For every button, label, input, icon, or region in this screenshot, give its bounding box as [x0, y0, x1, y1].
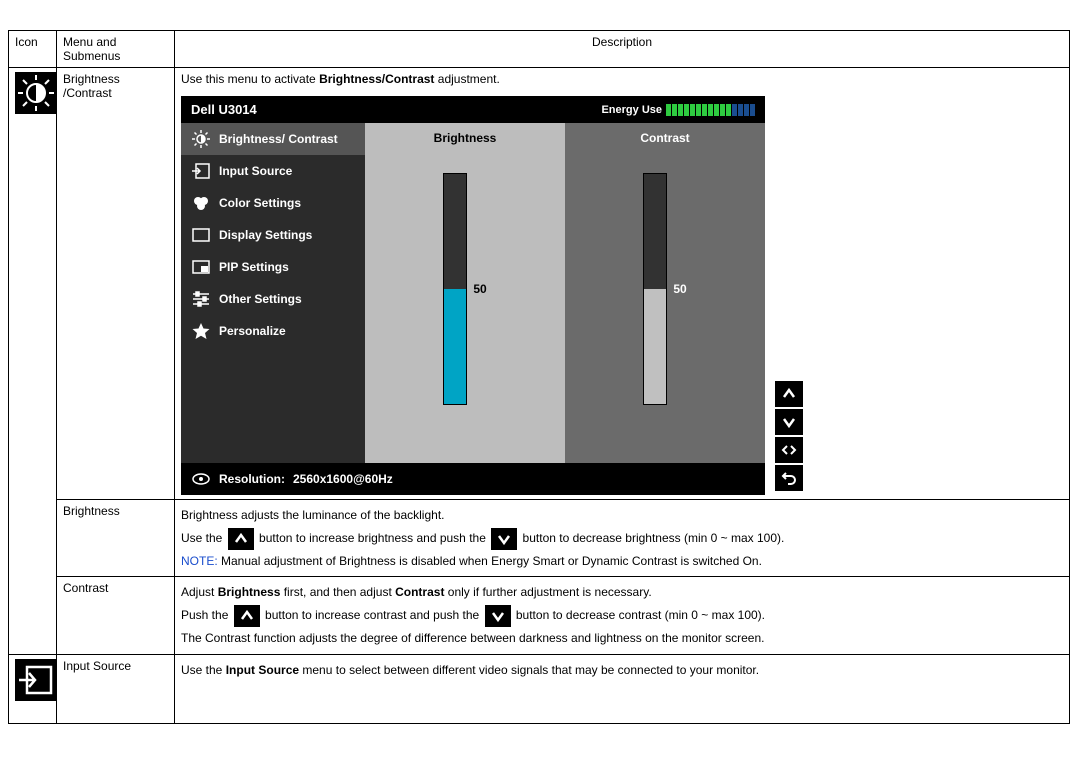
- sidebar-item-display-settings[interactable]: Display Settings: [181, 219, 365, 251]
- input-line1c: menu to select between different video s…: [299, 663, 759, 677]
- sidebar-item-label: Brightness/ Contrast: [219, 132, 338, 146]
- contrast-bar: [643, 173, 667, 405]
- contrast-line2a: Push the: [181, 608, 232, 622]
- osd-window: Dell U3014 Energy Use Brightne: [181, 96, 765, 495]
- energy-label: Energy Use: [601, 104, 662, 116]
- up-arrow-icon: [228, 528, 254, 550]
- osd-sidebar: Brightness/ Contrast Input Source Color …: [181, 123, 365, 463]
- footer-res-value: 2560x1600@60Hz: [293, 472, 393, 486]
- contrast-line1e: only if further adjustment is necessary.: [444, 585, 651, 599]
- sidebar-item-brightness-contrast[interactable]: Brightness/ Contrast: [181, 123, 365, 155]
- sidebar-item-other-settings[interactable]: Other Settings: [181, 283, 365, 315]
- sidebar-item-personalize[interactable]: Personalize: [181, 315, 365, 347]
- star-icon: [191, 321, 211, 341]
- header-desc: Description: [175, 31, 1070, 68]
- left-right-button[interactable]: [775, 437, 803, 463]
- energy-use: Energy Use: [601, 104, 755, 116]
- input-icon: [191, 161, 211, 181]
- contrast-line1d: Contrast: [395, 585, 444, 599]
- display-icon: [191, 225, 211, 245]
- sliders-icon: [191, 289, 211, 309]
- row-input-source: Input Source Use the Input Source menu t…: [9, 654, 1070, 723]
- brightness-slider[interactable]: 50: [443, 173, 486, 405]
- resolution-icon: [191, 469, 211, 489]
- input-source-icon: [15, 659, 57, 701]
- contrast-line2b: button to increase contrast and push the: [265, 608, 482, 622]
- osd-control-buttons: [775, 381, 803, 491]
- brightness-icon: [191, 129, 211, 149]
- bc-desc-bold: Brightness/Contrast: [319, 72, 434, 86]
- color-icon: [191, 193, 211, 213]
- brightness-line1: Brightness adjusts the luminance of the …: [181, 504, 1063, 527]
- input-line1b: Input Source: [226, 663, 299, 677]
- contrast-line1a: Adjust: [181, 585, 218, 599]
- panel-brightness-label: Brightness: [434, 123, 497, 153]
- header-row: Icon Menu and Submenus Description: [9, 31, 1070, 68]
- brightness-contrast-icon: [15, 72, 57, 114]
- brightness-line2b: button to increase brightness and push t…: [259, 531, 489, 545]
- contrast-line2c: button to decrease contrast (min 0 ~ max…: [516, 608, 765, 622]
- header-icon: Icon: [9, 31, 57, 68]
- row-contrast: Contrast Adjust Brightness first, and th…: [9, 577, 1070, 654]
- sidebar-item-color-settings[interactable]: Color Settings: [181, 187, 365, 219]
- input-line1a: Use the: [181, 663, 226, 677]
- osd-panel: Brightness 50 Contrast: [365, 123, 765, 463]
- down-arrow-icon: [491, 528, 517, 550]
- contrast-line1b: Brightness: [218, 585, 281, 599]
- reference-table: Icon Menu and Submenus Description Brigh…: [8, 30, 1070, 724]
- back-button[interactable]: [775, 465, 803, 491]
- panel-contrast: Contrast 50: [565, 123, 765, 463]
- up-arrow-icon: [234, 605, 260, 627]
- contrast-line3: The Contrast function adjusts the degree…: [181, 627, 1063, 650]
- contrast-line1c: first, and then adjust: [280, 585, 395, 599]
- menu-contrast: Contrast: [57, 577, 175, 654]
- icon-input-source-cell: [9, 654, 57, 723]
- osd-title: Dell U3014: [191, 102, 257, 117]
- desc-brightness-contrast: Use this menu to activate Brightness/Con…: [175, 68, 1070, 500]
- energy-bar-icon: [666, 104, 755, 116]
- panel-contrast-label: Contrast: [640, 123, 689, 153]
- down-button[interactable]: [775, 409, 803, 435]
- menu-brightness: Brightness: [57, 500, 175, 577]
- pip-icon: [191, 257, 211, 277]
- osd-screenshot: Dell U3014 Energy Use Brightne: [181, 96, 821, 495]
- panel-brightness: Brightness 50: [365, 123, 565, 463]
- menu-input-source: Input Source: [57, 654, 175, 723]
- contrast-value: 50: [673, 282, 686, 296]
- bc-desc-pre: Use this menu to activate: [181, 72, 319, 86]
- header-menu: Menu and Submenus: [57, 31, 175, 68]
- row-brightness: Brightness Brightness adjusts the lumina…: [9, 500, 1070, 577]
- sidebar-item-label: Other Settings: [219, 292, 302, 306]
- brightness-line2a: Use the: [181, 531, 226, 545]
- sidebar-item-label: PIP Settings: [219, 260, 289, 274]
- menu-brightness-contrast: Brightness /Contrast: [57, 68, 175, 500]
- desc-brightness: Brightness adjusts the luminance of the …: [175, 500, 1070, 577]
- brightness-note-text: Manual adjustment of Brightness is disab…: [218, 554, 762, 568]
- brightness-value: 50: [473, 282, 486, 296]
- row-brightness-contrast: Brightness /Contrast Use this menu to ac…: [9, 68, 1070, 500]
- desc-contrast: Adjust Brightness first, and then adjust…: [175, 577, 1070, 654]
- osd-header: Dell U3014 Energy Use: [181, 96, 765, 123]
- contrast-slider[interactable]: 50: [643, 173, 686, 405]
- osd-body: Brightness/ Contrast Input Source Color …: [181, 123, 765, 463]
- sidebar-item-label: Display Settings: [219, 228, 312, 242]
- sidebar-item-label: Color Settings: [219, 196, 301, 210]
- sidebar-item-label: Personalize: [219, 324, 286, 338]
- down-arrow-icon: [485, 605, 511, 627]
- footer-res-label: Resolution:: [219, 472, 285, 486]
- brightness-note-label: NOTE:: [181, 554, 218, 568]
- sidebar-item-label: Input Source: [219, 164, 292, 178]
- desc-input-source: Use the Input Source menu to select betw…: [175, 654, 1070, 723]
- icon-brightness-contrast-cell: [9, 68, 57, 655]
- up-button[interactable]: [775, 381, 803, 407]
- osd-footer: Resolution: 2560x1600@60Hz: [181, 463, 765, 495]
- bc-desc-post: adjustment.: [434, 72, 499, 86]
- brightness-line2c: button to decrease brightness (min 0 ~ m…: [523, 531, 785, 545]
- sidebar-item-input-source[interactable]: Input Source: [181, 155, 365, 187]
- brightness-bar: [443, 173, 467, 405]
- sidebar-item-pip-settings[interactable]: PIP Settings: [181, 251, 365, 283]
